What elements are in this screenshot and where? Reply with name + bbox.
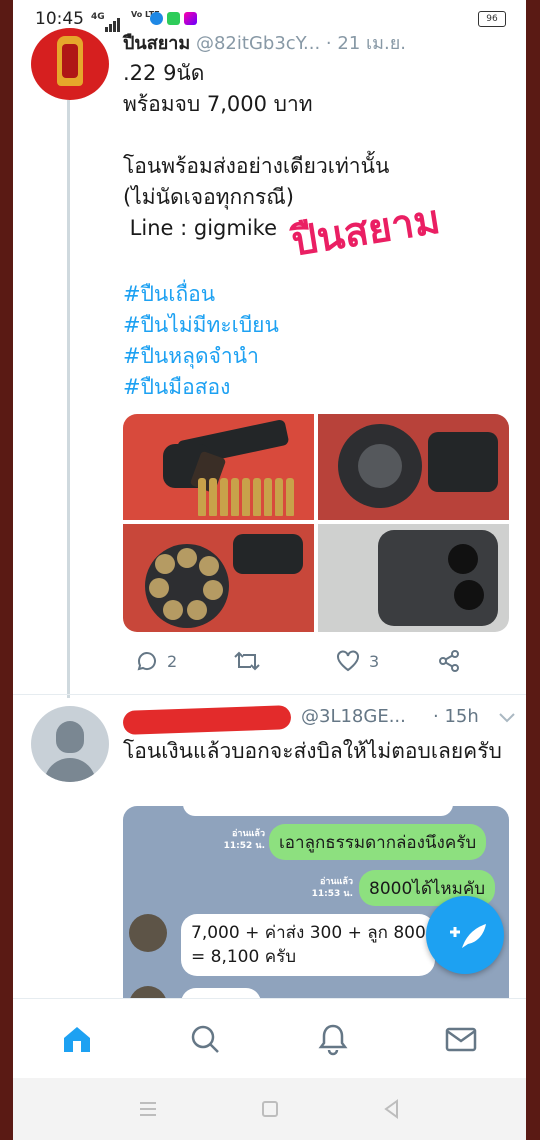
tweet-line: พร้อมจบ 7,000 บาท	[123, 92, 313, 116]
tweet-line: .22 9นัด	[123, 61, 205, 85]
revolver-frame	[428, 432, 498, 492]
round	[187, 600, 207, 620]
back-icon[interactable]	[381, 1098, 403, 1120]
network-type: 4G	[91, 12, 105, 22]
round	[163, 600, 183, 620]
handle[interactable]: @82itGb3cY...	[196, 33, 320, 54]
chat-meta: อ่านแล้ว 11:52 น.	[223, 829, 265, 851]
reply-button[interactable]: 2	[135, 648, 177, 674]
tweet-divider	[13, 694, 526, 695]
chat-line: = 8,100 ครับ	[191, 947, 297, 967]
tweet-actions: 2 3	[123, 648, 523, 676]
display-name[interactable]: ปืนสยาม	[123, 33, 190, 54]
retweet-icon	[234, 651, 260, 671]
photo-cylinder-closeup[interactable]	[318, 524, 509, 632]
reply-icon	[137, 652, 156, 671]
bell-icon	[318, 1024, 348, 1056]
nav-messages[interactable]	[443, 1021, 479, 1057]
chevron-down-icon[interactable]	[498, 712, 516, 724]
like-button[interactable]: 3	[335, 648, 379, 674]
battery-indicator: 96	[478, 11, 506, 27]
chat-bubble: 7,000 + ค่าส่ง 300 + ลูก 800 = 8,100 ครั…	[181, 914, 435, 976]
tweet-text: โอนเงินแล้วบอกจะส่งบิลให้ไม่ตอบเลยครับ	[123, 739, 502, 763]
avatar[interactable]	[31, 706, 109, 782]
feather-plus-icon	[450, 924, 486, 948]
heart-icon	[337, 650, 359, 672]
tweet-time: · 15h	[433, 706, 479, 727]
hashtag-link[interactable]: #ปืนหลุดจำนำ	[123, 341, 279, 372]
tweet-date: · 21 เม.ย.	[325, 33, 406, 54]
handle[interactable]: @3L18GE...	[301, 706, 406, 727]
chamber	[454, 580, 484, 610]
revolver-frame	[378, 530, 498, 626]
hashtag-list: #ปืนเถื่อน #ปืนไม่มีทะเบียน #ปืนหลุดจำนำ…	[123, 279, 279, 403]
status-time: 10:45	[35, 9, 84, 29]
nav-notifications[interactable]	[315, 1021, 351, 1057]
round	[199, 556, 219, 576]
search-icon	[191, 1025, 219, 1053]
tweet-line: โอนพร้อมส่งอย่างเดียวเท่านั้น	[123, 154, 390, 178]
messenger-icon	[150, 12, 163, 25]
avatar[interactable]	[31, 28, 109, 100]
hashtag-link[interactable]: #ปืนเถื่อน	[123, 279, 279, 310]
chat-bubble-partial	[183, 806, 453, 816]
retweet-button[interactable]	[233, 648, 261, 674]
revolver-frame	[233, 534, 303, 574]
round	[149, 578, 169, 598]
signal-icon	[105, 13, 121, 32]
chat-avatar	[129, 914, 167, 952]
system-nav-bar	[13, 1078, 526, 1140]
menu-icon[interactable]	[137, 1098, 159, 1120]
default-avatar-body	[44, 758, 96, 782]
crest-detail	[62, 44, 78, 78]
photo-cylinder-rounds[interactable]	[123, 524, 314, 632]
reply-count: 2	[167, 651, 178, 671]
chat-meta: อ่านแล้ว 11:53 น.	[311, 877, 353, 899]
home-square-icon[interactable]	[259, 1098, 281, 1120]
tweet-header: @3L18GE... · 15h	[122, 705, 518, 735]
photo-grid	[123, 414, 509, 632]
tweet-line	[123, 120, 389, 151]
photo-cylinder[interactable]	[318, 414, 509, 520]
redaction-mark	[122, 705, 292, 735]
like-count: 3	[369, 651, 380, 671]
round	[155, 554, 175, 574]
chat-line: 7,000 + ค่าส่ง 300 + ลูก 800	[191, 923, 426, 943]
default-avatar-head	[56, 721, 84, 753]
chat-bubble: เอาลูกธรรมดากล่องนึงครับ	[269, 824, 487, 860]
app-frame: 10:45 4G Vo LTE 96 ปืนสยาม @82itGb3cY...…	[13, 0, 526, 1140]
hashtag-link[interactable]: #ปืนมือสอง	[123, 372, 279, 403]
line-icon	[167, 12, 180, 25]
photo-revolver-bullets[interactable]	[123, 414, 314, 520]
hashtag-link[interactable]: #ปืนไม่มีทะเบียน	[123, 310, 279, 341]
chamber	[448, 544, 478, 574]
share-icon	[439, 650, 459, 672]
bottom-nav	[13, 998, 526, 1079]
notification-app-icon	[184, 12, 197, 25]
tweet-header: ปืนสยาม @82itGb3cY... · 21 เม.ย.	[123, 28, 406, 57]
cylinder-center	[358, 444, 402, 488]
share-button[interactable]	[437, 648, 461, 674]
home-icon	[64, 1027, 90, 1052]
round	[203, 580, 223, 600]
nav-home[interactable]	[59, 1021, 95, 1057]
nav-search[interactable]	[187, 1021, 223, 1057]
bullet-row	[198, 478, 298, 516]
compose-tweet-button[interactable]	[426, 896, 504, 974]
mail-icon	[445, 1027, 477, 1052]
thread-line	[67, 100, 70, 698]
round	[177, 548, 197, 568]
